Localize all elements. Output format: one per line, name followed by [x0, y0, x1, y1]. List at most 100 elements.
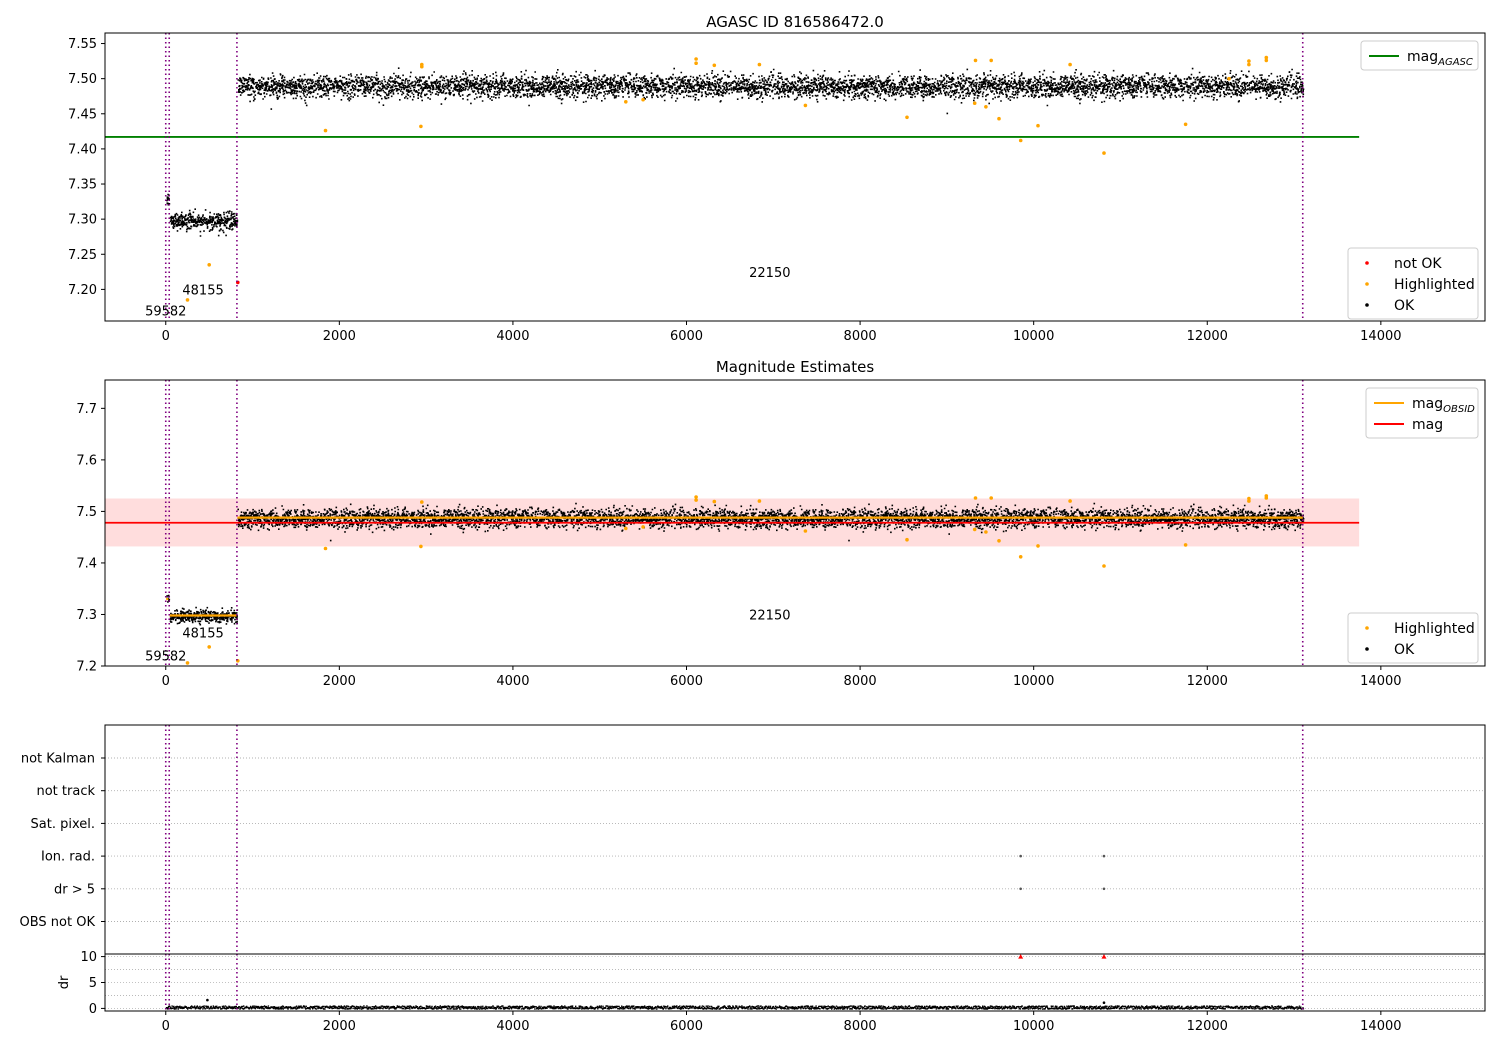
x-axis-ticks: 0 2000 4000 6000 8000 10000 12000 14000: [162, 1011, 1402, 1034]
highlighted-point: [973, 496, 978, 500]
highlighted-point: [803, 529, 808, 533]
highlighted-point: [989, 496, 993, 500]
highlighted-point: [1264, 55, 1269, 60]
obsid-label: 48155: [182, 627, 223, 642]
highlighted-point: [1227, 76, 1231, 81]
agasc-legend-top: magAGASC: [1360, 40, 1479, 71]
highlighted-point: [1102, 564, 1106, 568]
highlighted-point: [984, 530, 988, 534]
highlighted-point: [1036, 123, 1040, 128]
legend-label-text: mag: [1407, 49, 1438, 65]
flag-row-label: Ion. rad.: [41, 850, 95, 865]
dr-capped-marker: [1101, 954, 1107, 959]
flag-row-label: OBS not OK: [20, 915, 96, 930]
highlighted-point: [1036, 544, 1040, 548]
flags-panel-frame: [104, 724, 1486, 955]
y-tick-label: 7.4: [76, 556, 97, 571]
obsid-label: 22150: [749, 608, 790, 623]
dr-capped-marker: [1018, 954, 1024, 959]
x-tick-label: 6000: [670, 1019, 703, 1034]
y-tick-label: 7.7: [76, 402, 97, 417]
obsid-label: 22150: [749, 266, 790, 281]
x-tick-label: 12000: [1187, 329, 1228, 344]
highlighted-point: [419, 124, 423, 129]
chart-title: Magnitude Estimates: [716, 358, 874, 376]
highlighted-point: [997, 539, 1001, 543]
highlighted-point: [803, 103, 808, 108]
highlighted-point: [1247, 496, 1251, 501]
legend-label-text: mag: [1412, 417, 1443, 433]
legend-label-text: not OK: [1394, 256, 1442, 272]
flag-point: [1102, 854, 1106, 858]
highlighted-point: [972, 101, 977, 105]
ok-points: [169, 208, 239, 237]
x-tick-label: 4000: [496, 674, 529, 689]
x-tick-label: 10000: [1013, 674, 1054, 689]
ok-points: [237, 67, 1305, 115]
highlighted-point: [323, 546, 328, 551]
y-axis-ticks: 7.2 7.3 7.4 7.5 7.6 7.7: [76, 402, 105, 675]
legend-label-subscript: OBSID: [1443, 404, 1475, 415]
highlighted-point: [185, 298, 190, 302]
highlighted-point: [1018, 555, 1023, 559]
highlighted-point: [973, 58, 978, 63]
chart-title: AGASC ID 816586472.0: [706, 13, 884, 31]
highlighted-point: [694, 498, 698, 502]
legend-label-subscript: AGASC: [1437, 57, 1473, 68]
highlighted-point: [207, 645, 211, 649]
x-tick-label: 2000: [323, 674, 356, 689]
highlighted-point: [905, 115, 909, 120]
y-tick-label: 7.55: [68, 37, 97, 52]
y-axis-label: dr: [57, 975, 72, 989]
highlighted-point: [420, 62, 424, 67]
agasc-legend-bottom: not OK Highlighted OK: [1347, 247, 1479, 320]
x-tick-label: 4000: [496, 329, 529, 344]
estimates-legend-top: magOBSIDmag: [1365, 387, 1479, 439]
y-tick-label: 10: [80, 950, 97, 965]
estimates-panel-plot: [105, 494, 1360, 665]
agasc-obsid-lines: [164, 33, 1304, 321]
legend-label: Highlighted: [1394, 621, 1475, 637]
y-tick-label: 7.6: [76, 453, 97, 468]
x-tick-label: 2000: [323, 1019, 356, 1034]
legend-dot-swatch: [1365, 261, 1369, 265]
x-tick-label: 8000: [844, 674, 877, 689]
agasc-star-report-figure: AGASC ID 816586472.0 59582 48155 22150 0 2000…: [20, 13, 1486, 1034]
dr-point: [206, 998, 209, 1002]
y-tick-label: 7.3: [76, 608, 97, 623]
x-tick-label: 12000: [1187, 674, 1228, 689]
y-tick-label: 7.2: [76, 660, 97, 675]
highlighted-point: [694, 61, 698, 65]
legend-label-text: mag: [1412, 396, 1443, 412]
y-tick-label: 7.35: [68, 178, 97, 193]
highlighted-point: [323, 128, 328, 133]
legend-dot-swatch: [1365, 626, 1369, 630]
highlighted-point: [984, 105, 988, 109]
highlighted-point: [624, 526, 628, 531]
x-tick-label: 6000: [670, 329, 703, 344]
highlighted-point: [712, 499, 717, 504]
agasc-panel-plot: [105, 55, 1360, 302]
flags-obsid-lines: [164, 725, 1304, 954]
highlighted-point: [757, 62, 762, 67]
x-tick-label: 14000: [1360, 674, 1401, 689]
legend-label-text: Highlighted: [1394, 621, 1475, 637]
x-tick-label: 14000: [1360, 329, 1401, 344]
highlighted-point: [419, 544, 423, 549]
legend-label: Highlighted: [1394, 277, 1475, 293]
highlighted-point: [712, 63, 717, 68]
highlighted-point: [641, 97, 645, 102]
legend-label: not OK: [1394, 256, 1442, 272]
x-tick-label: 10000: [1013, 329, 1054, 344]
y-tick-label: 7.50: [68, 72, 97, 87]
flag-point: [1019, 854, 1022, 858]
y-tick-label: 0: [89, 1002, 97, 1017]
legend-label-text: Highlighted: [1394, 277, 1475, 293]
x-tick-label: 2000: [323, 329, 356, 344]
x-tick-label: 0: [162, 329, 170, 344]
dr-points: [165, 1005, 1305, 1010]
highlighted-point: [1183, 122, 1188, 127]
x-tick-label: 8000: [844, 329, 877, 344]
highlighted-point: [1264, 494, 1269, 498]
y-tick-label: 7.40: [68, 142, 97, 157]
